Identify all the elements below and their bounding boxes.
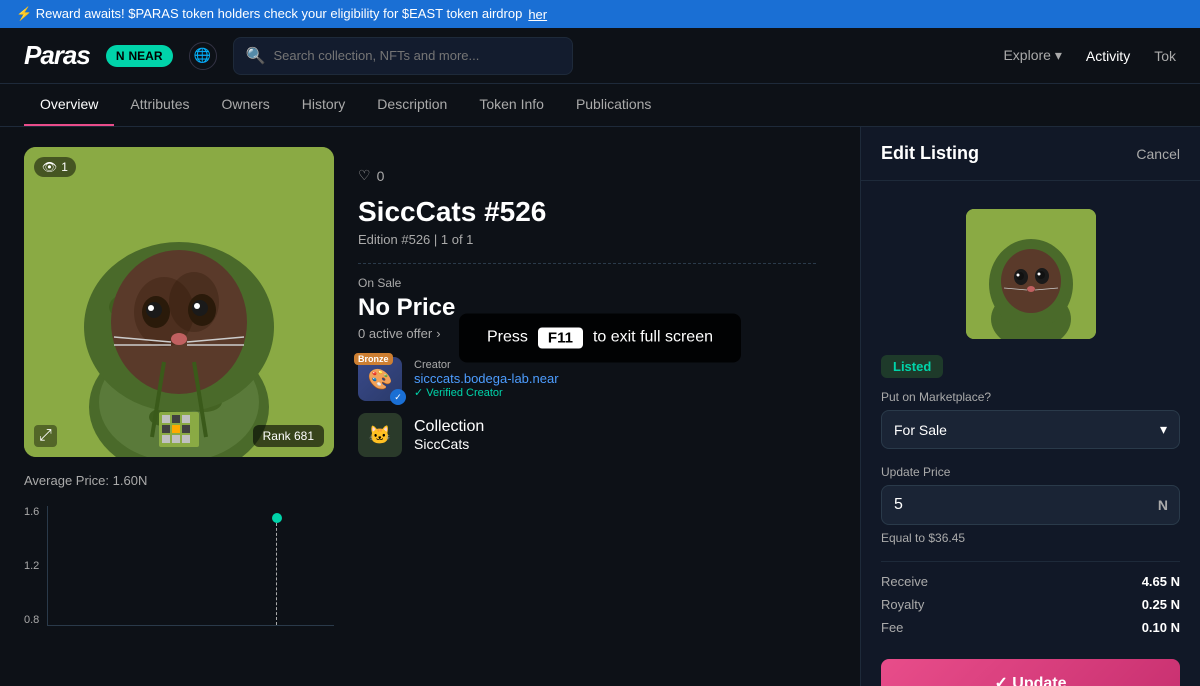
f11-key: F11: [538, 327, 583, 348]
chart-area: [47, 506, 334, 626]
cancel-button[interactable]: Cancel: [1136, 146, 1180, 162]
near-icon: N: [116, 49, 125, 63]
chevron-right-icon: ›: [436, 326, 440, 341]
nav-token[interactable]: Tok: [1154, 48, 1176, 64]
creator-avatar-wrapper: 🎨 Bronze ✓: [358, 357, 402, 401]
nav-activity[interactable]: Activity: [1086, 48, 1130, 64]
price-input[interactable]: [881, 485, 1180, 525]
fee-label: Fee: [881, 620, 903, 635]
creator-name[interactable]: sicccats.bodega-lab.near: [414, 371, 559, 386]
nft-thumbnail: [966, 209, 1096, 339]
tab-history[interactable]: History: [286, 84, 362, 126]
nft-thumb-wrapper: [861, 181, 1200, 355]
bronze-badge: Bronze: [354, 353, 393, 365]
verified-creator-label: ✓ Verified Creator: [414, 386, 559, 399]
right-panel: Edit Listing Cancel: [860, 127, 1200, 686]
search-input[interactable]: [273, 48, 559, 63]
collection-label: Collection: [414, 418, 484, 436]
nft-actions: ♡ 0: [358, 167, 816, 184]
fee-value: 0.10 N: [1142, 620, 1180, 635]
content-row: 👁 1 Rank 681 ⤢ Average Price: 1.60N 1.6 …: [24, 147, 836, 626]
on-sale-label: On Sale: [358, 276, 816, 290]
edit-listing-title: Edit Listing: [881, 143, 979, 164]
update-button[interactable]: ✓ Update: [881, 659, 1180, 686]
divider: [358, 263, 816, 264]
nft-image-container: 👁 1 Rank 681 ⤢: [24, 147, 334, 457]
chart-title: Average Price: 1.60N: [24, 473, 334, 488]
y-label-low: 0.8: [24, 614, 39, 626]
search-bar[interactable]: 🔍: [233, 37, 573, 75]
nav-explore[interactable]: Explore ▾: [1003, 47, 1061, 64]
overlay-exit-text: to exit full screen: [593, 329, 713, 347]
y-label-high: 1.6: [24, 506, 39, 518]
nav-links: Explore ▾ Activity Tok: [1003, 47, 1176, 64]
tab-attributes[interactable]: Attributes: [114, 84, 205, 126]
search-icon: 🔍: [246, 46, 266, 66]
royalty-value: 0.25 N: [1142, 597, 1180, 612]
views-count: 1: [61, 160, 68, 174]
y-label-mid: 1.2: [24, 560, 39, 572]
chart-container: 1.6 1.2 0.8: [24, 496, 334, 626]
chart-y-labels: 1.6 1.2 0.8: [24, 506, 47, 626]
listed-section: Listed Put on Marketplace? For Sale ▾ Up…: [861, 355, 1200, 643]
banner-link[interactable]: her: [528, 7, 547, 22]
edit-listing-header: Edit Listing Cancel: [861, 127, 1200, 181]
active-offer-text: 0 active offer: [358, 326, 432, 341]
listed-badge: Listed: [881, 355, 943, 378]
tab-token-info[interactable]: Token Info: [463, 84, 560, 126]
main-area: 👁 1 Rank 681 ⤢ Average Price: 1.60N 1.6 …: [0, 127, 1200, 686]
tab-publications[interactable]: Publications: [560, 84, 668, 126]
creator-avatar: 🎨 Bronze ✓: [358, 357, 402, 401]
top-banner: ⚡ Reward awaits! $PARAS token holders ch…: [0, 0, 1200, 28]
like-button[interactable]: ♡ 0: [358, 167, 384, 184]
chevron-down-icon: ▾: [1160, 421, 1167, 438]
marketplace-label: Put on Marketplace?: [881, 390, 1180, 404]
price-input-container: N: [881, 485, 1180, 525]
rank-badge: Rank 681: [253, 425, 324, 447]
receive-row: Receive 4.65 N: [881, 574, 1180, 589]
nft-edition: Edition #526 | 1 of 1: [358, 232, 816, 247]
collection-thumb[interactable]: 🐱: [358, 413, 402, 457]
chart-dashed-line: [276, 518, 277, 625]
chart-section: Average Price: 1.60N 1.6 1.2 0.8: [24, 473, 334, 626]
fee-breakdown: Receive 4.65 N Royalty 0.25 N Fee 0.10 N: [881, 561, 1180, 635]
collection-info: Collection SiccCats: [414, 418, 484, 452]
tab-bar: Overview Attributes Owners History Descr…: [0, 84, 1200, 127]
expand-icon[interactable]: ⤢: [34, 425, 57, 447]
nft-title: SiccCats #526: [358, 196, 816, 228]
banner-text: ⚡ Reward awaits! $PARAS token holders ch…: [16, 6, 522, 22]
fullscreen-overlay: Press F11 to exit full screen: [459, 313, 741, 362]
price-suffix: N: [1158, 497, 1168, 513]
receive-value: 4.65 N: [1142, 574, 1180, 589]
nft-details: ♡ 0 SiccCats #526 Edition #526 | 1 of 1 …: [358, 147, 836, 626]
tab-description[interactable]: Description: [361, 84, 463, 126]
receive-label: Receive: [881, 574, 928, 589]
collection-section: 🐱 Collection SiccCats: [358, 413, 816, 457]
navbar: Paras N NEAR 🌐 🔍 Explore ▾ Activity Tok: [0, 28, 1200, 84]
marketplace-select[interactable]: For Sale ▾: [881, 410, 1180, 449]
royalty-label: Royalty: [881, 597, 924, 612]
creator-section: 🎨 Bronze ✓ Creator sicccats.bodega-lab.n…: [358, 357, 816, 401]
fee-row: Fee 0.10 N: [881, 620, 1180, 635]
logo: Paras: [24, 40, 90, 71]
left-panel: 👁 1 Rank 681 ⤢ Average Price: 1.60N 1.6 …: [0, 127, 860, 686]
eye-icon: 👁: [42, 160, 57, 174]
creator-info: Creator sicccats.bodega-lab.near ✓ Verif…: [414, 359, 559, 399]
overlay-press-text: Press: [487, 329, 528, 347]
price-label: Update Price: [881, 465, 1180, 479]
collection-name[interactable]: SiccCats: [414, 436, 484, 452]
likes-count: 0: [377, 168, 385, 184]
marketplace-value: For Sale: [894, 422, 947, 438]
near-label: NEAR: [129, 49, 163, 63]
tab-owners[interactable]: Owners: [206, 84, 286, 126]
near-badge[interactable]: N NEAR: [106, 45, 173, 67]
tab-overview[interactable]: Overview: [24, 84, 114, 126]
royalty-row: Royalty 0.25 N: [881, 597, 1180, 612]
verified-badge-icon: ✓: [390, 389, 406, 405]
equal-to: Equal to $36.45: [881, 531, 1180, 545]
heart-icon: ♡: [358, 167, 371, 184]
globe-icon[interactable]: 🌐: [189, 42, 217, 70]
views-badge: 👁 1: [34, 157, 76, 177]
chart-dot: [272, 513, 282, 523]
